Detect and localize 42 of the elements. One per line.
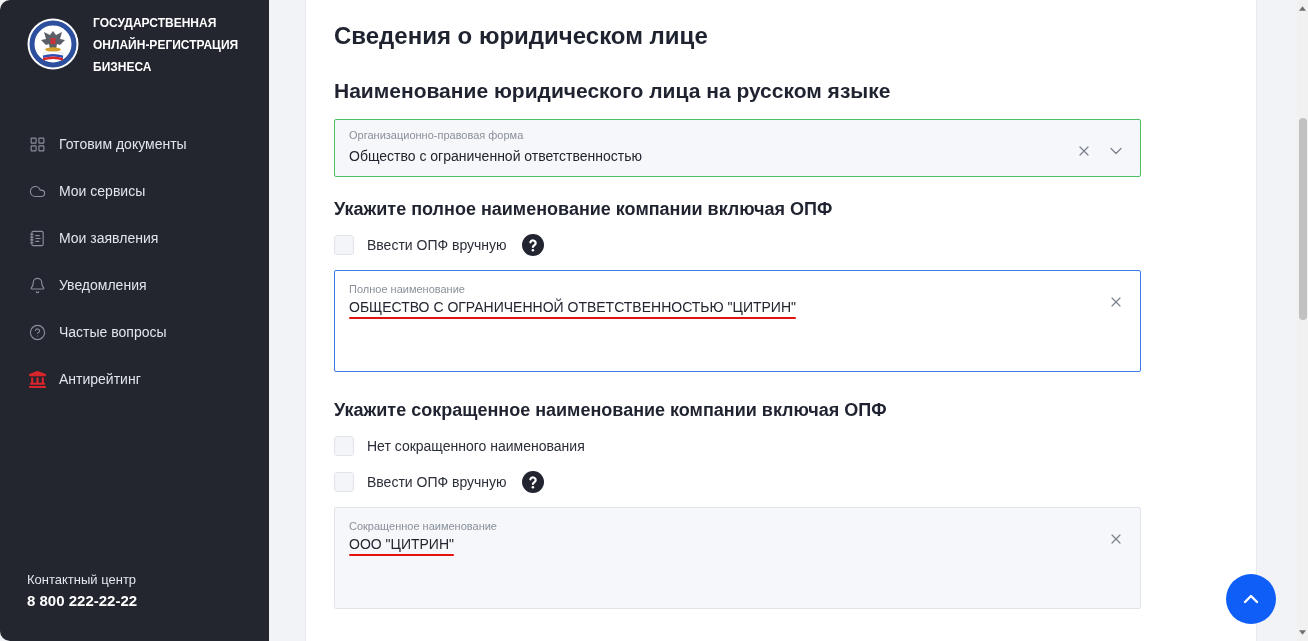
contact-phone: 8 800 222-22-22: [27, 591, 139, 611]
field-label: Полное наименование: [349, 282, 465, 296]
nav-link[interactable]: Антирейтинг: [27, 356, 242, 403]
page-title: Сведения о юридическом лице: [334, 21, 709, 51]
scrollbar[interactable]: [1297, 0, 1308, 641]
text-field[interactable]: Сокращенное наименование ООО "ЦИТРИН": [334, 507, 1141, 609]
help-icon[interactable]: [521, 471, 544, 493]
text-field[interactable]: Полное наименование ОБЩЕСТВО С ОГРАНИЧЕННОЙ ОТВЕТСТВЕННОСТЬЮ "ЦИТРИН": [334, 270, 1141, 372]
nav-link[interactable]: Мои сервисы: [27, 168, 242, 215]
bell-icon: [29, 277, 46, 294]
brand-name: ГОСУДАРСТВЕННАЯ ОНЛАЙН-РЕГИСТРАЦИЯ БИЗНЕСА: [93, 15, 239, 76]
scroll-down-arrow-icon[interactable]: [1299, 630, 1306, 635]
nav-link[interactable]: Мои заявления: [27, 215, 242, 262]
checkbox[interactable]: [334, 235, 354, 255]
notebook-icon: [29, 230, 46, 247]
selected-value: Общество с ограниченной ответственностью: [349, 147, 643, 166]
checkbox[interactable]: [334, 436, 354, 456]
nav-link[interactable]: Частые вопросы: [27, 309, 242, 356]
nav-link[interactable]: Уведомления: [27, 262, 242, 309]
scrollbar-thumb[interactable]: [1298, 118, 1307, 320]
field-label: Сокращенное наименование: [349, 519, 497, 533]
field-label: Организационно-правовая форма: [349, 128, 525, 142]
field-value: ОБЩЕСТВО С ОГРАНИЧЕННОЙ ОТВЕТСТВЕННОСТЬЮ "ЦИТРИН": [349, 297, 796, 317]
nav-link[interactable]: Готовим документы: [27, 121, 242, 168]
field-value: ООО "ЦИТРИН": [349, 535, 454, 554]
emblem-logo: [27, 18, 79, 70]
scroll-to-top-button[interactable]: [1226, 574, 1276, 624]
cloud-icon: [29, 183, 46, 200]
bank-building-icon: [29, 371, 46, 388]
help-icon[interactable]: [521, 234, 544, 256]
section-title: Наименование юридического лица на русском языке: [334, 78, 892, 104]
section-heading: Укажите полное наименование компании включая ОПФ: [334, 198, 834, 221]
checkbox[interactable]: [334, 472, 354, 492]
checkbox-label: Ввести ОПФ вручную: [367, 473, 507, 492]
contact-label: Контактный центр: [27, 571, 138, 589]
section-heading: Укажите сокращенное наименование компании включая ОПФ: [334, 399, 888, 422]
question-circle-icon: [29, 324, 46, 341]
legal-form-select[interactable]: Организационно-правовая форма Общество с ограниченной ответственностью: [334, 119, 1141, 177]
checkbox-label: Нет сокращенного наименования: [367, 437, 585, 456]
grid-icon: [29, 136, 46, 153]
checkbox-label: Ввести ОПФ вручную: [367, 236, 507, 255]
scroll-up-arrow-icon[interactable]: [1299, 6, 1306, 11]
